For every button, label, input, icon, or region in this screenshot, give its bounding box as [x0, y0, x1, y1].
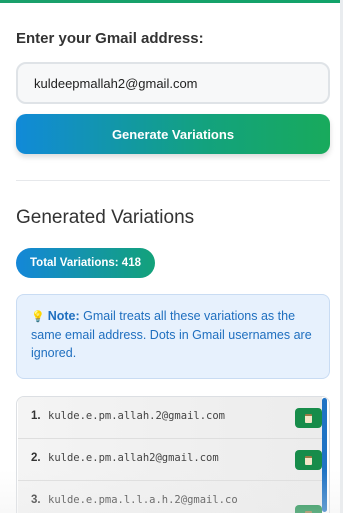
- results-title: Generated Variations: [16, 207, 195, 228]
- item-email: kulde.e.pm.allah.2@gmail.com: [48, 410, 226, 422]
- clipboard-icon: [305, 455, 312, 465]
- copy-button[interactable]: [295, 505, 322, 513]
- section-divider: [16, 180, 330, 181]
- email-label: Enter your Gmail address:: [16, 30, 204, 47]
- item-number: 3.: [31, 494, 41, 506]
- clipboard-icon: [305, 413, 312, 423]
- item-number: 1.: [31, 410, 41, 422]
- item-email: kulde.e.pma.l.l.a.h.2@gmail.co: [48, 494, 238, 506]
- variations-list[interactable]: 1. kulde.e.pm.allah.2@gmail.com 2. kulde…: [16, 396, 330, 513]
- list-item: 2. kulde.e.pm.allah2@gmail.com: [18, 439, 322, 481]
- item-email: kulde.e.pm.allah2@gmail.com: [48, 452, 219, 464]
- total-variations-badge: Total Variations: 418: [16, 248, 155, 278]
- generate-variations-button[interactable]: Generate Variations: [16, 114, 330, 154]
- note-strong: Note:: [47, 309, 80, 323]
- copy-button[interactable]: [295, 450, 322, 470]
- list-item: 1. kulde.e.pm.allah.2@gmail.com: [18, 397, 322, 439]
- list-scrollbar[interactable]: [322, 398, 327, 512]
- email-input[interactable]: [16, 62, 330, 104]
- copy-button[interactable]: [295, 408, 322, 428]
- note-box: 💡 Note: Gmail treats all these variations…: [16, 294, 330, 379]
- generator-card: Enter your Gmail address: Generate Varia…: [0, 3, 340, 513]
- item-number: 2.: [31, 452, 41, 464]
- lightbulb-icon: 💡: [31, 311, 45, 323]
- list-item: 3. kulde.e.pma.l.l.a.h.2@gmail.co: [18, 481, 322, 513]
